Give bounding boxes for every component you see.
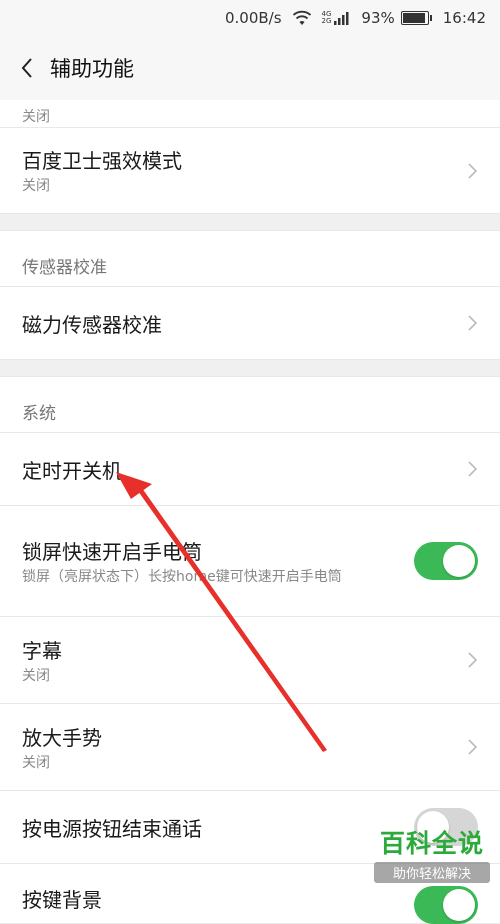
watermark-subtitle: 助你轻松解决 <box>374 862 490 883</box>
row-lockscreen-flashlight[interactable]: 锁屏快速开启手电筒 锁屏（亮屏状态下）长按home键可快速开启手电筒 <box>0 506 500 617</box>
status-bar: 0.00B/s 4G 2G 93% 16:42 <box>0 0 500 36</box>
partial-row-sub: 关闭 <box>22 109 50 125</box>
partial-row[interactable]: 关闭 <box>0 100 500 128</box>
section-header-sensor: 传感器校准 <box>0 231 500 287</box>
wifi-icon <box>292 10 312 26</box>
chevron-right-icon <box>468 652 478 668</box>
section-header-system: 系统 <box>0 377 500 433</box>
section-gap <box>0 214 500 231</box>
battery-percent: 93% <box>361 9 395 27</box>
row-label: 定时开关机 <box>22 458 122 483</box>
section-gap <box>0 360 500 377</box>
row-label: 百度卫士强效模式 <box>22 149 182 173</box>
row-sublabel: 关闭 <box>22 178 50 194</box>
row-label: 字幕 <box>22 638 62 663</box>
signal-icon <box>334 12 349 25</box>
chevron-right-icon <box>468 739 478 755</box>
row-baidu-guard-mode[interactable]: 百度卫士强效模式 关闭 <box>0 128 500 214</box>
chevron-left-icon <box>21 58 32 78</box>
network-type-bottom: 2G <box>321 17 332 25</box>
network-speed: 0.00B/s <box>224 9 282 27</box>
row-scheduled-power[interactable]: 定时开关机 <box>0 433 500 506</box>
row-sublabel: 关闭 <box>22 754 50 771</box>
partial-toggle[interactable] <box>414 886 478 924</box>
chevron-right-icon <box>468 162 478 179</box>
battery-icon <box>400 11 432 25</box>
flashlight-toggle[interactable] <box>414 542 478 580</box>
row-sublabel: 关闭 <box>22 667 50 684</box>
title-bar: 辅助功能 <box>0 36 500 100</box>
settings-list: 关闭 百度卫士强效模式 关闭 传感器校准 磁力传感器校准 系统 定时开关机 锁屏… <box>0 100 500 924</box>
watermark-title: 百科全说 <box>379 829 484 858</box>
page-title: 辅助功能 <box>50 57 134 81</box>
row-magnify-gesture[interactable]: 放大手势 关闭 <box>0 704 500 791</box>
clock: 16:42 <box>442 9 486 27</box>
cellular-signal: 4G 2G <box>322 11 352 25</box>
row-subtitles[interactable]: 字幕 关闭 <box>0 617 500 704</box>
back-button[interactable] <box>4 36 50 100</box>
row-label: 磁力传感器校准 <box>22 312 162 337</box>
row-label: 放大手势 <box>22 725 102 750</box>
row-sublabel: 锁屏（亮屏状态下）长按home键可快速开启手电筒 <box>22 568 342 585</box>
row-label: 按键背景 <box>22 888 102 912</box>
row-magnetic-calibration[interactable]: 磁力传感器校准 <box>0 287 500 360</box>
watermark-logo: 百科全说 助你轻松解决 <box>374 824 490 883</box>
chevron-right-icon <box>468 315 478 331</box>
row-label: 锁屏快速开启手电筒 <box>22 539 202 564</box>
chevron-right-icon <box>468 461 478 477</box>
